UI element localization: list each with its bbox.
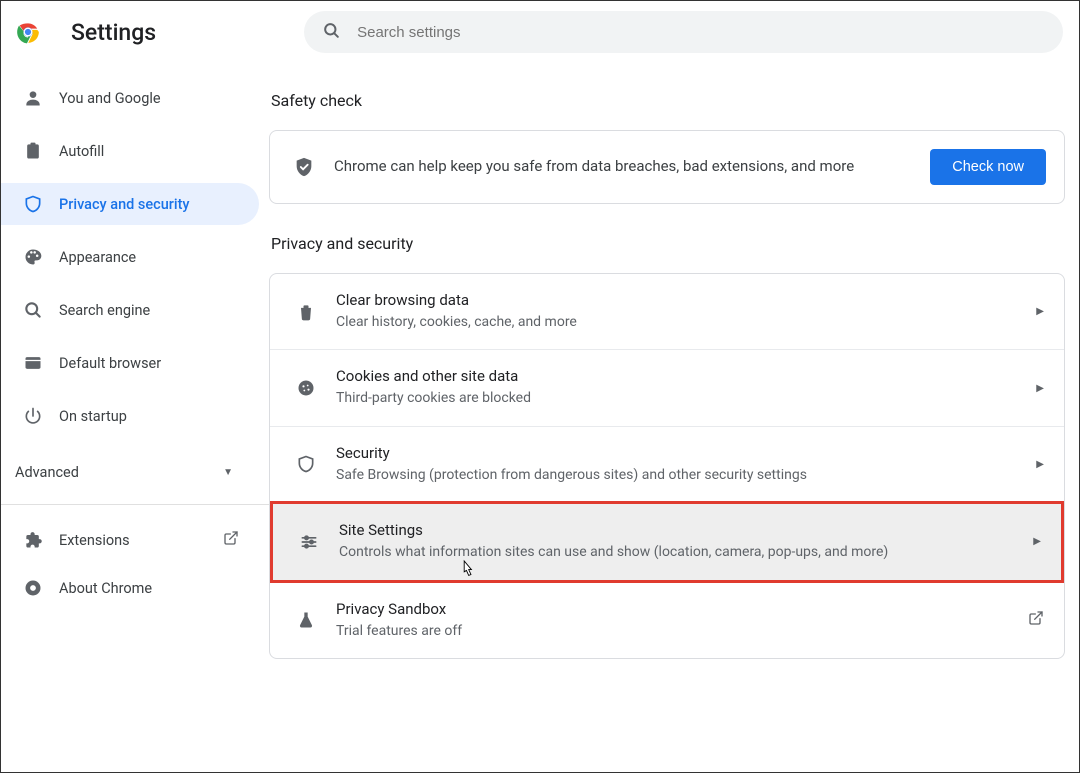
sidebar-item-you-and-google[interactable]: You and Google: [1, 77, 259, 119]
page-title: Settings: [71, 19, 156, 46]
trash-icon: [294, 302, 318, 322]
chrome-logo-icon: [15, 19, 41, 45]
safety-check-row: Chrome can help keep you safe from data …: [270, 131, 1064, 203]
sidebar-item-search-engine[interactable]: Search engine: [1, 289, 259, 331]
sidebar-item-label: Privacy and security: [59, 196, 190, 213]
privacy-card: Clear browsing data Clear history, cooki…: [269, 273, 1065, 659]
check-now-button[interactable]: Check now: [930, 149, 1046, 185]
sidebar-item-extensions[interactable]: Extensions: [1, 519, 269, 561]
tune-icon: [297, 532, 321, 552]
extension-icon: [23, 530, 43, 550]
safety-check-text: Chrome can help keep you safe from data …: [334, 155, 930, 178]
flask-icon: [294, 610, 318, 630]
advanced-label: Advanced: [15, 464, 79, 481]
privacy-item-desc: Controls what information sites can use …: [339, 541, 1033, 563]
sidebar-item-default-browser[interactable]: Default browser: [1, 342, 259, 384]
sidebar-footer: Extensions About Chrome: [1, 519, 269, 615]
privacy-item-title: Security: [336, 443, 1036, 464]
privacy-heading: Privacy and security: [271, 234, 1065, 253]
open-in-new-icon: [223, 530, 239, 550]
header: Settings: [1, 1, 1079, 63]
sidebar-item-privacy[interactable]: Privacy and security: [1, 183, 259, 225]
sidebar-item-label: On startup: [59, 408, 127, 425]
safety-check-card: Chrome can help keep you safe from data …: [269, 130, 1065, 204]
chevron-right-icon: ▶: [1036, 306, 1044, 317]
privacy-item-title: Clear browsing data: [336, 290, 1036, 311]
search-icon: [322, 21, 341, 44]
sidebar-item-label: Autofill: [59, 143, 104, 160]
sidebar-item-label: You and Google: [59, 90, 161, 107]
privacy-item-site-settings[interactable]: Site Settings Controls what information …: [273, 504, 1061, 579]
sidebar-item-label: Default browser: [59, 355, 161, 372]
about-label: About Chrome: [59, 580, 152, 597]
person-icon: [23, 88, 43, 108]
privacy-item-title: Site Settings: [339, 520, 1033, 541]
privacy-item-title: Privacy Sandbox: [336, 599, 1028, 620]
privacy-item-desc: Third-party cookies are blocked: [336, 387, 1036, 409]
privacy-item-clear-data[interactable]: Clear browsing data Clear history, cooki…: [270, 274, 1064, 349]
shield-icon: [23, 194, 43, 214]
cookie-icon: [294, 378, 318, 398]
highlight-box: Site Settings Controls what information …: [270, 501, 1064, 582]
search-settings[interactable]: [304, 11, 1063, 53]
safety-check-heading: Safety check: [271, 91, 1065, 110]
sidebar-item-autofill[interactable]: Autofill: [1, 130, 259, 172]
chevron-right-icon: ▶: [1036, 459, 1044, 470]
shield-check-icon: [292, 156, 316, 178]
clipboard-icon: [23, 141, 43, 161]
sidebar-item-on-startup[interactable]: On startup: [1, 395, 259, 437]
divider: [1, 504, 269, 505]
search-input[interactable]: [357, 24, 1045, 41]
sidebar: You and Google Autofill Privacy and secu…: [1, 63, 269, 772]
shield-icon: [294, 454, 318, 474]
extensions-label: Extensions: [59, 532, 130, 549]
chevron-right-icon: ▶: [1033, 536, 1041, 547]
browser-icon: [23, 353, 43, 373]
privacy-item-cookies[interactable]: Cookies and other site data Third-party …: [270, 349, 1064, 425]
advanced-toggle[interactable]: Advanced ▼: [1, 450, 269, 494]
privacy-item-sandbox[interactable]: Privacy Sandbox Trial features are off: [270, 582, 1064, 658]
sidebar-item-appearance[interactable]: Appearance: [1, 236, 259, 278]
sidebar-item-about[interactable]: About Chrome: [1, 567, 269, 609]
privacy-item-desc: Trial features are off: [336, 620, 1028, 642]
chrome-icon: [23, 578, 43, 598]
open-in-new-icon: [1028, 610, 1044, 630]
sidebar-item-label: Appearance: [59, 249, 136, 266]
privacy-item-title: Cookies and other site data: [336, 366, 1036, 387]
sidebar-item-label: Search engine: [59, 302, 150, 319]
chevron-right-icon: ▶: [1036, 383, 1044, 394]
search-icon: [23, 300, 43, 320]
power-icon: [23, 406, 43, 426]
chevron-down-icon: ▼: [223, 467, 233, 478]
privacy-item-desc: Clear history, cookies, cache, and more: [336, 311, 1036, 333]
privacy-list: Clear browsing data Clear history, cooki…: [270, 274, 1064, 658]
body: You and Google Autofill Privacy and secu…: [1, 63, 1079, 772]
content: Safety check Chrome can help keep you sa…: [269, 63, 1079, 772]
sidebar-nav: You and Google Autofill Privacy and secu…: [1, 77, 269, 448]
privacy-item-security[interactable]: Security Safe Browsing (protection from …: [270, 426, 1064, 502]
privacy-item-desc: Safe Browsing (protection from dangerous…: [336, 464, 1036, 486]
palette-icon: [23, 247, 43, 267]
